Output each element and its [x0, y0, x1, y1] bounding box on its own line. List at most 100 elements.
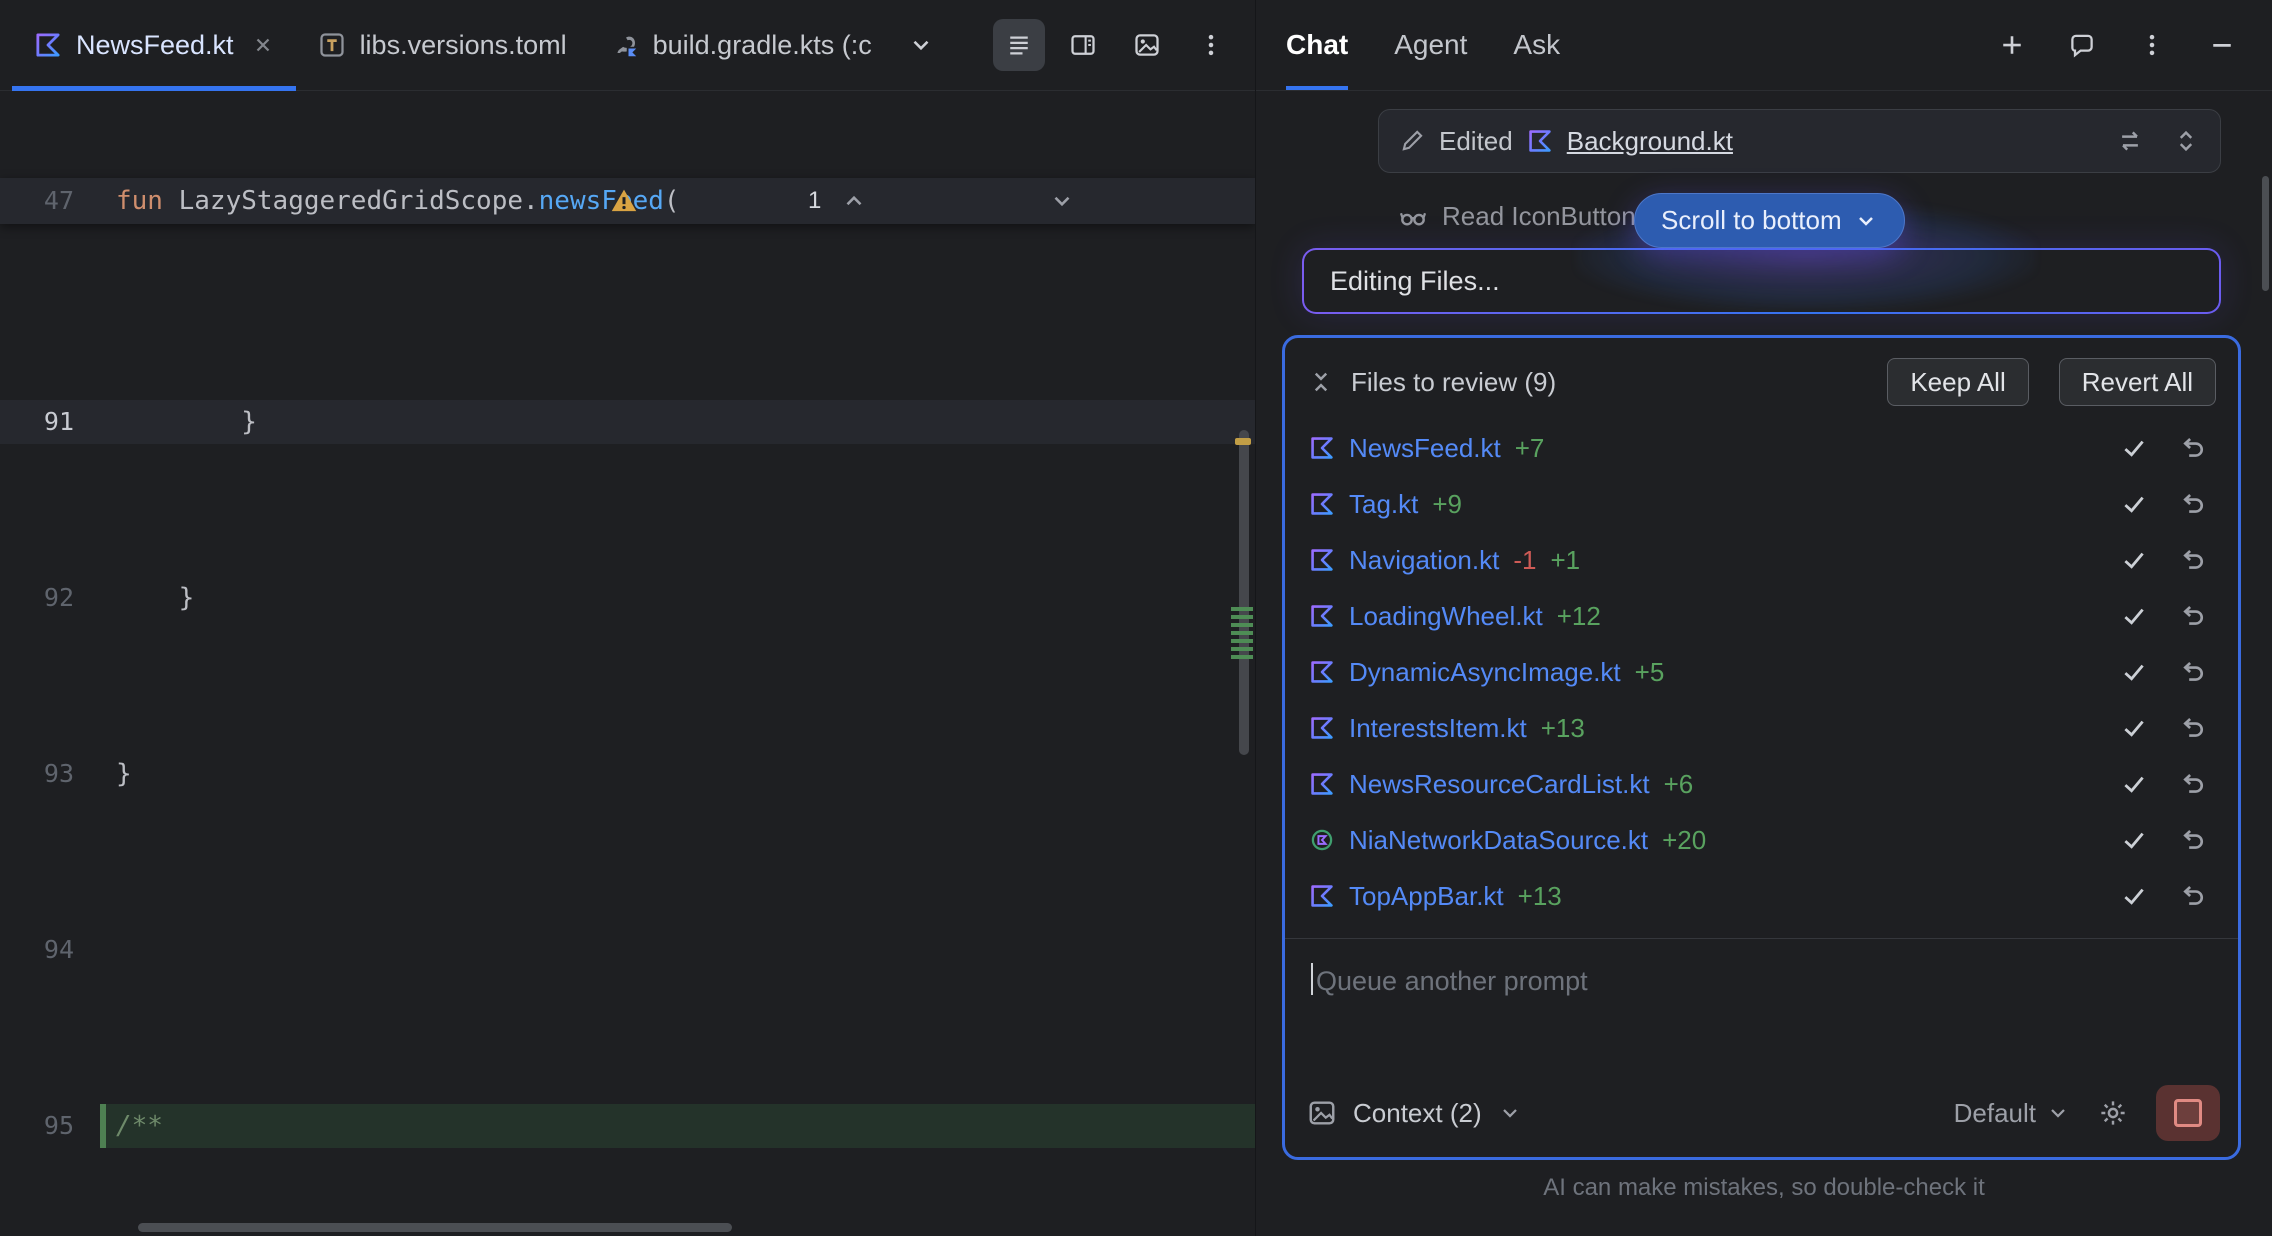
read-file-label: Read IconButton.: [1442, 201, 1643, 232]
tab-agent[interactable]: Agent: [1394, 0, 1467, 90]
tab-chat[interactable]: Chat: [1286, 0, 1348, 90]
editor-tab-bar: NewsFeed.kt libs.versions.toml: [0, 0, 1255, 91]
pencil-edit-icon: [1399, 128, 1425, 154]
code-line[interactable]: 95 /**: [0, 1104, 1255, 1148]
file-link[interactable]: TopAppBar.kt: [1349, 881, 1504, 912]
review-file-row[interactable]: DynamicAsyncImage.kt +5: [1303, 644, 2220, 700]
scroll-to-bottom-button[interactable]: Scroll to bottom: [1634, 193, 1905, 248]
code-line[interactable]: 92 }: [0, 576, 1255, 620]
revert-file-undo-icon[interactable]: [2170, 489, 2214, 519]
edited-file-link[interactable]: Background.kt: [1567, 126, 1733, 157]
review-header: Files to review (9) Keep All Revert All: [1285, 338, 2238, 420]
next-problem-chevron-icon[interactable]: [1049, 96, 1237, 306]
horizontal-scrollbar[interactable]: [138, 1223, 732, 1232]
file-link[interactable]: Navigation.kt: [1349, 545, 1499, 576]
chat-scrollbar[interactable]: [2262, 176, 2269, 291]
close-tab-icon[interactable]: [252, 34, 274, 56]
accept-file-check-icon[interactable]: [2112, 713, 2156, 743]
file-link[interactable]: NewsResourceCardList.kt: [1349, 769, 1650, 800]
prompt-input[interactable]: Queue another prompt: [1285, 939, 2238, 1085]
revert-file-undo-icon[interactable]: [2170, 825, 2214, 855]
accept-file-check-icon[interactable]: [2112, 825, 2156, 855]
review-file-row[interactable]: NewsResourceCardList.kt +6: [1303, 756, 2220, 812]
line-number[interactable]: 95: [0, 1104, 100, 1148]
accept-file-check-icon[interactable]: [2112, 545, 2156, 575]
review-title: Files to review (9): [1351, 367, 1556, 398]
line-number[interactable]: 94: [0, 928, 100, 972]
code-editor[interactable]: 47 fun LazyStaggeredGridScope.newsFeed( …: [0, 90, 1255, 1236]
code-line[interactable]: 93 }: [0, 752, 1255, 796]
revert-file-undo-icon[interactable]: [2170, 881, 2214, 911]
tab-build-gradle-kts[interactable]: build.gradle.kts (:c: [589, 0, 894, 90]
file-link[interactable]: InterestsItem.kt: [1349, 713, 1527, 744]
revert-file-undo-icon[interactable]: [2170, 433, 2214, 463]
gradle-file-icon: [611, 31, 639, 59]
review-file-row[interactable]: TopAppBar.kt +13: [1303, 868, 2220, 924]
context-chevron-icon[interactable]: [1498, 1101, 1522, 1125]
accept-file-check-icon[interactable]: [2112, 881, 2156, 911]
tab-libs-versions-toml[interactable]: libs.versions.toml: [296, 0, 589, 90]
warning-stripe-mark[interactable]: [1235, 438, 1251, 445]
revert-file-undo-icon[interactable]: [2170, 713, 2214, 743]
keep-all-button[interactable]: Keep All: [1887, 358, 2028, 406]
file-link[interactable]: Tag.kt: [1349, 489, 1418, 520]
structure-list-icon[interactable]: [993, 19, 1045, 71]
settings-gear-icon[interactable]: [2098, 1098, 2128, 1128]
accept-file-check-icon[interactable]: [2112, 489, 2156, 519]
collapse-icon[interactable]: [1307, 368, 1335, 396]
show-diff-icon[interactable]: [2116, 127, 2144, 155]
review-file-row[interactable]: Tag.kt +9: [1303, 476, 2220, 532]
revert-all-button[interactable]: Revert All: [2059, 358, 2216, 406]
more-options-kebab-icon[interactable]: [1185, 19, 1237, 71]
revert-file-undo-icon[interactable]: [2170, 769, 2214, 799]
file-link[interactable]: NiaNetworkDataSource.kt: [1349, 825, 1648, 856]
file-link[interactable]: NewsFeed.kt: [1349, 433, 1501, 464]
model-selector[interactable]: Default: [1954, 1098, 2070, 1129]
file-link[interactable]: DynamicAsyncImage.kt: [1349, 657, 1621, 688]
text-cursor: [1311, 963, 1313, 995]
accept-file-check-icon[interactable]: [2112, 769, 2156, 799]
expand-collapse-icon[interactable]: [2172, 127, 2200, 155]
sticky-header-line[interactable]: 47 fun LazyStaggeredGridScope.newsFeed( …: [0, 178, 1255, 224]
review-file-row[interactable]: NewsFeed.kt +7: [1303, 420, 2220, 476]
change-stripe-mark[interactable]: [1231, 607, 1253, 659]
tab-label: libs.versions.toml: [360, 30, 567, 61]
files-to-review-card: Files to review (9) Keep All Revert All …: [1282, 335, 2241, 1160]
stop-generation-button[interactable]: [2156, 1085, 2220, 1141]
code-line[interactable]: 91 }: [0, 400, 1255, 444]
hide-panel-minus-icon[interactable]: [2202, 25, 2242, 65]
revert-file-undo-icon[interactable]: [2170, 545, 2214, 575]
split-editor-icon[interactable]: [1057, 19, 1109, 71]
tab-dropdown-chevron-icon[interactable]: [900, 24, 942, 66]
file-link[interactable]: LoadingWheel.kt: [1349, 601, 1543, 632]
accept-file-check-icon[interactable]: [2112, 601, 2156, 631]
prompt-placeholder: Queue another prompt: [1316, 966, 1588, 996]
line-number[interactable]: 47: [0, 178, 100, 224]
preview-image-icon[interactable]: [1121, 19, 1173, 71]
new-chat-plus-icon[interactable]: [1992, 25, 2032, 65]
review-file-row[interactable]: LoadingWheel.kt +12: [1303, 588, 2220, 644]
accept-file-check-icon[interactable]: [2112, 657, 2156, 687]
review-file-row[interactable]: Navigation.kt -1 +1: [1303, 532, 2220, 588]
prev-problem-chevron-icon[interactable]: [841, 96, 1029, 306]
context-selector[interactable]: Context (2): [1353, 1098, 1482, 1129]
line-number[interactable]: 92: [0, 576, 100, 620]
lines-added: +5: [1635, 657, 1665, 688]
conversations-bubble-icon[interactable]: [2062, 25, 2102, 65]
edited-file-card[interactable]: Edited Background.kt: [1378, 109, 2221, 173]
status-text: Editing Files...: [1330, 266, 1500, 297]
tab-ask[interactable]: Ask: [1513, 0, 1560, 90]
revert-file-undo-icon[interactable]: [2170, 601, 2214, 631]
tab-newsfeed-kt[interactable]: NewsFeed.kt: [12, 0, 296, 90]
line-number[interactable]: 93: [0, 752, 100, 796]
line-number[interactable]: 91: [0, 400, 100, 444]
revert-file-undo-icon[interactable]: [2170, 657, 2214, 687]
code-line[interactable]: 94: [0, 928, 1255, 972]
attach-image-icon[interactable]: [1307, 1098, 1337, 1128]
review-file-row[interactable]: NiaNetworkDataSource.kt +20: [1303, 812, 2220, 868]
warning-icon[interactable]: [610, 95, 798, 307]
review-file-row[interactable]: InterestsItem.kt +13: [1303, 700, 2220, 756]
chat-more-kebab-icon[interactable]: [2132, 25, 2172, 65]
vertical-scrollbar[interactable]: [1239, 430, 1249, 755]
accept-file-check-icon[interactable]: [2112, 433, 2156, 463]
